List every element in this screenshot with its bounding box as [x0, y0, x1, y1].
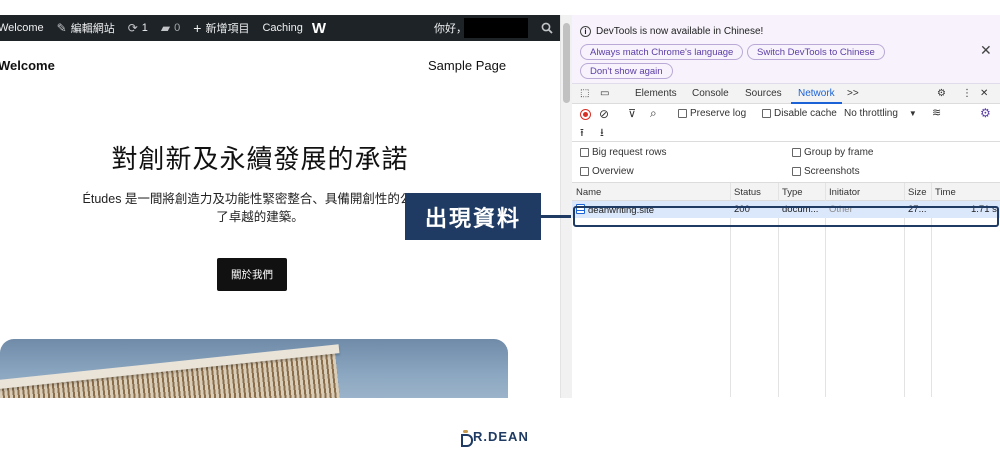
- network-toolbar: ⊘ ⊽ ⌕ Preserve log Disable cache No thro…: [572, 104, 1000, 142]
- nav-sample-page[interactable]: Sample Page: [428, 58, 506, 73]
- tab-console[interactable]: Console: [692, 88, 729, 99]
- more-tabs-icon[interactable]: >>: [847, 88, 859, 99]
- big-request-rows-checkbox[interactable]: Big request rows: [580, 147, 666, 158]
- clear-icon[interactable]: ⊘: [599, 107, 609, 121]
- search-icon[interactable]: [534, 15, 560, 41]
- column-type[interactable]: Type: [782, 187, 803, 198]
- import-har-icon[interactable]: ⭱: [580, 124, 584, 143]
- match-language-button[interactable]: Always match Chrome's language: [580, 44, 744, 60]
- settings-icon[interactable]: ⚙: [937, 88, 946, 99]
- device-toolbar-icon[interactable]: ▭: [600, 88, 609, 99]
- adminbar-edit-site[interactable]: ✎ 編輯網站: [57, 20, 115, 36]
- column-time[interactable]: Time: [935, 187, 956, 198]
- checkbox-icon: [762, 109, 771, 118]
- tab-network[interactable]: Network: [798, 88, 835, 99]
- throttling-select[interactable]: No throttling ▼: [844, 108, 917, 119]
- switch-chinese-button[interactable]: Switch DevTools to Chinese: [747, 44, 885, 60]
- info-icon: i: [580, 26, 591, 37]
- hero-text-line1: Études 是一間將創造力及功能性緊密整合、具備開創性的公司，: [82, 192, 438, 206]
- plugin-logo-icon[interactable]: W: [312, 20, 326, 37]
- column-initiator[interactable]: Initiator: [829, 187, 860, 198]
- tab-sources[interactable]: Sources: [745, 88, 782, 99]
- preserve-log-checkbox[interactable]: Preserve log: [678, 108, 746, 119]
- about-us-button[interactable]: 關於我們: [217, 258, 287, 291]
- filter-icon[interactable]: ⊽: [628, 107, 636, 120]
- hero-text-line2: 了卓越的建築。: [216, 210, 304, 224]
- kebab-menu-icon[interactable]: ⋮: [962, 88, 972, 99]
- language-banner: i DevTools is now available in Chinese! …: [572, 15, 1000, 84]
- hero-image: [0, 339, 508, 398]
- adminbar-updates[interactable]: ⟳ 1: [128, 22, 148, 34]
- row-highlight-box: [573, 206, 999, 227]
- record-icon[interactable]: [580, 109, 591, 120]
- checkbox-icon: [792, 148, 801, 157]
- column-name[interactable]: Name: [576, 187, 601, 198]
- redacted-username: [464, 18, 528, 38]
- adminbar-welcome[interactable]: Welcome: [0, 22, 44, 34]
- checkbox-icon: [678, 109, 687, 118]
- adminbar-greeting[interactable]: 你好，: [434, 15, 467, 41]
- wp-admin-bar: Welcome ✎ 編輯網站 ⟳ 1 ▰ 0 + 新增項目 Caching W …: [0, 15, 560, 41]
- close-devtools-icon[interactable]: ✕: [980, 88, 988, 99]
- chevron-down-icon: ▼: [908, 109, 917, 118]
- adminbar-comments[interactable]: ▰ 0: [161, 22, 180, 34]
- comment-icon: ▰: [160, 21, 171, 35]
- pin-icon: ✎: [56, 21, 67, 35]
- brand-mark-icon: [460, 429, 473, 447]
- network-settings-icon[interactable]: ⚙: [980, 106, 991, 120]
- devtools-tabbar: ⬚ ▭ Elements Console Sources Network >> …: [572, 84, 1000, 104]
- checkbox-icon: [792, 167, 801, 176]
- preview-scrollbar[interactable]: [560, 15, 572, 398]
- scrollbar-thumb[interactable]: [563, 23, 570, 103]
- overview-checkbox[interactable]: Overview: [580, 166, 634, 177]
- group-by-frame-checkbox[interactable]: Group by frame: [792, 147, 873, 158]
- table-header: Name Status Type Initiator Size Time: [572, 183, 1000, 201]
- site-header: Welcome Sample Page: [0, 41, 560, 93]
- checkbox-icon: [580, 148, 589, 157]
- plus-icon: +: [193, 20, 202, 36]
- search-network-icon[interactable]: ⌕: [650, 106, 657, 121]
- close-icon[interactable]: ✕: [980, 42, 992, 59]
- adminbar-caching[interactable]: Caching: [262, 22, 302, 34]
- column-size[interactable]: Size: [908, 187, 926, 198]
- refresh-icon: ⟳: [127, 21, 138, 35]
- banner-message: i DevTools is now available in Chinese!: [580, 26, 763, 37]
- adminbar-new-item[interactable]: + 新增項目: [193, 20, 249, 36]
- hero-heading: 對創新及永續發展的承諾: [111, 145, 409, 175]
- export-har-icon[interactable]: ⭳: [600, 124, 604, 143]
- inspect-icon[interactable]: ⬚: [580, 88, 589, 99]
- column-status[interactable]: Status: [734, 187, 761, 198]
- brand-name: R.DEAN: [473, 429, 529, 444]
- annotation-callout: 出現資料: [405, 193, 541, 240]
- screenshots-checkbox[interactable]: Screenshots: [792, 166, 860, 177]
- site-title[interactable]: Welcome: [0, 58, 55, 73]
- checkbox-icon: [580, 167, 589, 176]
- network-conditions-icon[interactable]: ≋: [932, 106, 941, 119]
- brand-logo: R.DEAN: [460, 429, 529, 447]
- dont-show-again-button[interactable]: Don't show again: [580, 63, 673, 79]
- disable-cache-checkbox[interactable]: Disable cache: [762, 108, 837, 119]
- network-options: Big request rows Group by frame Overview…: [572, 142, 1000, 183]
- callout-connector: [541, 215, 571, 218]
- tab-elements[interactable]: Elements: [635, 88, 677, 99]
